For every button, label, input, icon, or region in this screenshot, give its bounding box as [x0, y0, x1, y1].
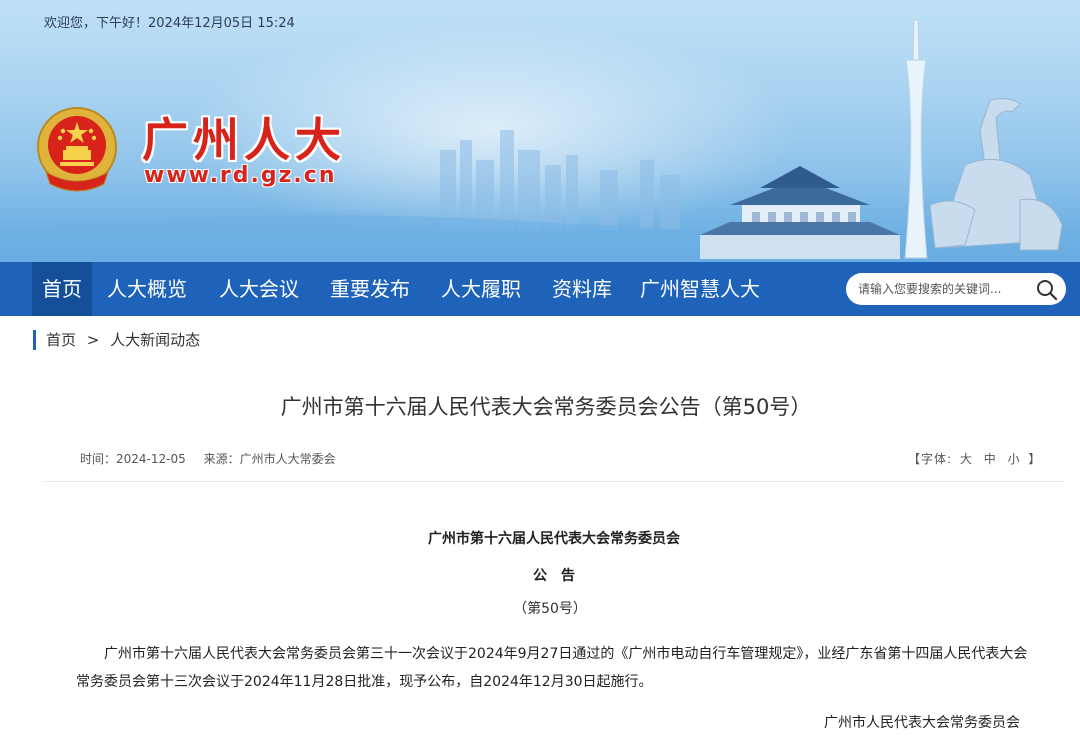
document-number: （第50号）: [513, 601, 587, 617]
welcome-text: 欢迎您，下午好！2024年12月05日 15:24: [44, 16, 295, 31]
nav-item-smart-npc[interactable]: 广州智慧人大: [630, 262, 770, 316]
nav-item-library[interactable]: 资料库: [544, 262, 620, 316]
nav-item-meetings[interactable]: 人大会议: [210, 262, 308, 316]
document-signer: 广州市人民代表大会常务委员会: [824, 715, 1020, 731]
search-input[interactable]: 请输入您要搜索的关键词...: [846, 273, 1066, 305]
font-size-medium[interactable]: 中: [984, 452, 997, 466]
nav-item-duties[interactable]: 人大履职: [432, 262, 530, 316]
font-size-suffix: 】: [1028, 452, 1042, 466]
font-size-large[interactable]: 大: [960, 452, 973, 466]
font-size-small[interactable]: 小: [1008, 452, 1021, 466]
nav-item-overview[interactable]: 人大概览: [100, 262, 194, 316]
nav-item-home[interactable]: 首页: [32, 262, 92, 316]
title-divider: [44, 481, 1064, 482]
document-paragraph: 广州市第十六届人民代表大会常务委员会第三十一次会议于2024年9月27日通过的《…: [76, 646, 1028, 690]
font-size-prefix: 【字体:: [908, 452, 953, 466]
header-banner: 欢迎您，下午好！2024年12月05日 15:24 广州人大 www.rd.gz…: [0, 0, 1080, 262]
site-logo-title[interactable]: 广州人大: [142, 104, 346, 170]
breadcrumb: 首页 > 人大新闻动态: [46, 330, 200, 350]
article-meta: 时间：2024-12-05 来源：广州市人大常委会: [80, 450, 350, 467]
magnifier-icon[interactable]: [1036, 279, 1058, 301]
breadcrumb-current[interactable]: 人大新闻动态: [110, 330, 200, 350]
font-size-switcher: 【字体: 大 中 小 】: [908, 450, 1041, 467]
nav-item-releases[interactable]: 重要发布: [320, 262, 420, 316]
document-issuer: 广州市第十六届人民代表大会常务委员会: [428, 531, 680, 547]
national-emblem-icon: [37, 107, 117, 192]
publish-time: 时间：2024-12-05: [80, 452, 186, 466]
site-url[interactable]: www.rd.gz.cn: [144, 163, 337, 188]
document-type: 公 告: [533, 568, 575, 584]
search-placeholder: 请输入您要搜索的关键词...: [858, 282, 1002, 296]
article-title: 广州市第十六届人民代表大会常务委员会公告（第50号）: [280, 395, 812, 419]
breadcrumb-home[interactable]: 首页: [46, 330, 76, 350]
breadcrumb-accent-bar: [33, 330, 36, 350]
breadcrumb-separator: >: [86, 331, 100, 349]
article-source: 来源：广州市人大常委会: [203, 452, 336, 466]
